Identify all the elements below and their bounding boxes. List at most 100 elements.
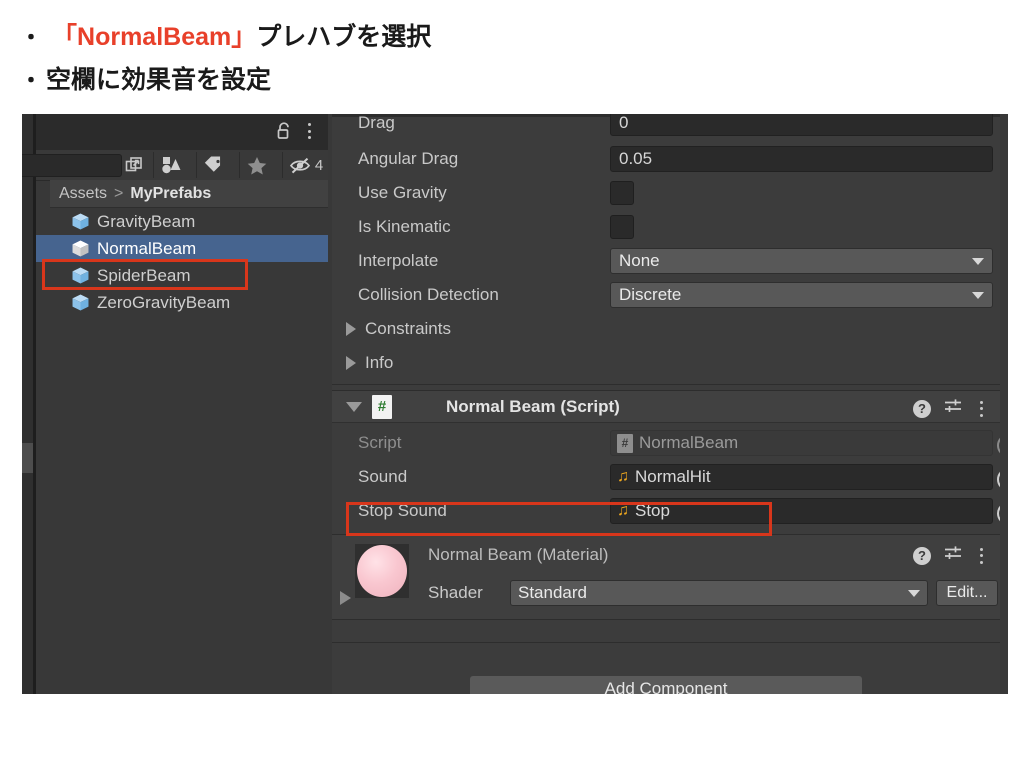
is-kinematic-checkbox[interactable]	[610, 215, 634, 239]
breadcrumb-root[interactable]: Assets	[59, 185, 107, 203]
foldout-constraints[interactable]: Constraints	[332, 312, 1000, 346]
list-item[interactable]: SpiderBeam	[50, 262, 328, 289]
collision-detection-dropdown[interactable]: Discrete	[610, 282, 993, 308]
interpolate-value: None	[619, 251, 660, 270]
unity-editor-screenshot: 4 Assets > MyPrefabs GravityBeam NormalB…	[22, 114, 1008, 694]
lock-icon[interactable]	[276, 122, 292, 140]
chevron-down-icon	[972, 291, 984, 299]
chevron-right-icon	[346, 356, 356, 370]
audio-clip-icon: ♫	[617, 468, 629, 485]
property-label: Script	[358, 433, 402, 452]
property-label: Sound	[358, 467, 408, 486]
property-label: Interpolate	[358, 251, 439, 270]
bullet-1-highlight: 「NormalBeam」	[52, 23, 257, 51]
csharp-script-icon: #	[372, 394, 392, 419]
foldout-info[interactable]: Info	[332, 346, 1000, 380]
list-item-selected[interactable]: NormalBeam	[36, 235, 328, 262]
property-label: Stop Sound	[358, 501, 447, 520]
favorite-star-icon[interactable]	[239, 152, 273, 178]
material-preview[interactable]	[355, 544, 409, 598]
vertical-scrollbar-thumb[interactable]	[22, 443, 33, 473]
slide-root: ・ 「NormalBeam」 プレハブを選択 ・ 空欄に効果音を設定 4 Ass…	[0, 0, 1024, 768]
project-kebab-menu-icon[interactable]	[302, 121, 316, 141]
collision-detection-value: Discrete	[619, 285, 682, 304]
chevron-down-icon	[908, 589, 920, 597]
inspector-panel: Drag 0 Angular Drag 0.05 Use Gravity Is …	[332, 114, 1000, 694]
property-label: Use Gravity	[358, 183, 447, 202]
bullet-line-2: ・ 空欄に効果音を設定	[20, 60, 271, 96]
interpolate-dropdown[interactable]: None	[610, 248, 993, 274]
hidden-eye-icon[interactable]: 4	[282, 152, 329, 178]
property-row-collision-detection[interactable]: Collision Detection Discrete	[332, 278, 1000, 312]
asset-list: GravityBeam NormalBeam SpiderBeam ZeroGr…	[36, 208, 328, 694]
bullet-1-text: プレハブを選択	[256, 23, 432, 51]
asset-name: GravityBeam	[97, 211, 196, 231]
property-row-use-gravity[interactable]: Use Gravity	[332, 176, 1000, 210]
material-sphere-preview	[357, 545, 407, 597]
shader-edit-button[interactable]: Edit...	[936, 580, 998, 606]
stop-sound-object-field[interactable]: ♫ Stop	[610, 498, 1000, 525]
sound-object-field[interactable]: ♫ NormalHit	[610, 464, 1000, 491]
list-item[interactable]: GravityBeam	[50, 208, 328, 235]
component-kebab-menu-icon[interactable]	[975, 547, 988, 565]
prefab-cube-icon	[71, 266, 90, 285]
hidden-count-label: 4	[314, 156, 324, 174]
component-header-normal-beam-script[interactable]: # Normal Beam (Script) ?	[332, 390, 1000, 423]
shader-value: Standard	[518, 583, 587, 602]
asset-name: ZeroGravityBeam	[97, 292, 231, 312]
property-row-stop-sound[interactable]: Stop Sound ♫ Stop	[332, 494, 1000, 528]
help-icon[interactable]: ?	[913, 399, 931, 418]
property-row-angular-drag[interactable]: Angular Drag 0.05	[332, 142, 1000, 176]
script-value: NormalBeam	[639, 433, 739, 452]
popout-icon[interactable]	[121, 152, 147, 178]
material-component: Normal Beam (Material) Shader Standard E…	[332, 534, 1000, 620]
prefab-cube-icon	[71, 239, 90, 258]
property-row-sound[interactable]: Sound ♫ NormalHit	[332, 460, 1000, 494]
material-foldout-chevron-right-icon[interactable]	[340, 591, 351, 605]
chevron-down-icon	[972, 257, 984, 265]
search-input[interactable]	[22, 154, 122, 177]
property-row-is-kinematic[interactable]: Is Kinematic	[332, 210, 1000, 244]
shader-dropdown[interactable]: Standard	[510, 580, 928, 606]
property-label: Is Kinematic	[358, 217, 451, 236]
property-label: Collision Detection	[358, 285, 499, 304]
angular-drag-input[interactable]: 0.05	[610, 146, 993, 172]
help-icon[interactable]: ?	[913, 546, 931, 565]
property-row-drag[interactable]: Drag 0	[332, 114, 1000, 140]
add-component-button[interactable]: Add Component	[470, 676, 862, 694]
asset-name: SpiderBeam	[97, 265, 191, 285]
component-separator	[332, 384, 1000, 385]
bullet-marker-1: ・	[20, 25, 43, 50]
drag-input[interactable]: 0	[610, 114, 993, 136]
stop-sound-value: Stop	[635, 501, 670, 520]
tag-filter-icon[interactable]	[196, 152, 230, 178]
foldout-label: Constraints	[365, 319, 451, 338]
property-row-interpolate[interactable]: Interpolate None	[332, 244, 1000, 278]
breadcrumb-leaf[interactable]: MyPrefabs	[130, 185, 211, 203]
chevron-down-icon[interactable]	[346, 401, 362, 412]
bullet-2-text: 空欄に効果音を設定	[46, 66, 272, 94]
left-gutter	[22, 114, 33, 694]
slide-header: ・ 「NormalBeam」 プレハブを選択 ・ 空欄に効果音を設定	[0, 0, 1024, 110]
add-component-area: Add Component	[332, 663, 1000, 694]
preset-icon[interactable]	[944, 544, 962, 567]
bullet-marker-2: ・	[20, 68, 43, 93]
component-kebab-menu-icon[interactable]	[975, 400, 988, 418]
foldout-label: Info	[365, 353, 394, 372]
property-row-script: Script # NormalBeam	[332, 426, 1000, 460]
inspector-spacer	[332, 619, 1000, 643]
use-gravity-checkbox[interactable]	[610, 181, 634, 205]
script-object-field: # NormalBeam	[610, 430, 1000, 457]
project-titlebar	[36, 114, 328, 151]
prefab-cube-icon	[71, 212, 90, 231]
list-item[interactable]: ZeroGravityBeam	[50, 289, 328, 316]
component-header-icons: ?	[913, 397, 988, 420]
project-panel: 4 Assets > MyPrefabs GravityBeam NormalB…	[22, 114, 329, 694]
shapes-filter-icon[interactable]	[153, 152, 187, 178]
sound-value: NormalHit	[635, 467, 711, 486]
component-title: Normal Beam (Script)	[446, 396, 620, 416]
breadcrumb: Assets > MyPrefabs	[50, 180, 328, 208]
preset-icon[interactable]	[944, 397, 962, 420]
prefab-cube-icon	[71, 293, 90, 312]
material-header-icons: ?	[913, 544, 988, 567]
